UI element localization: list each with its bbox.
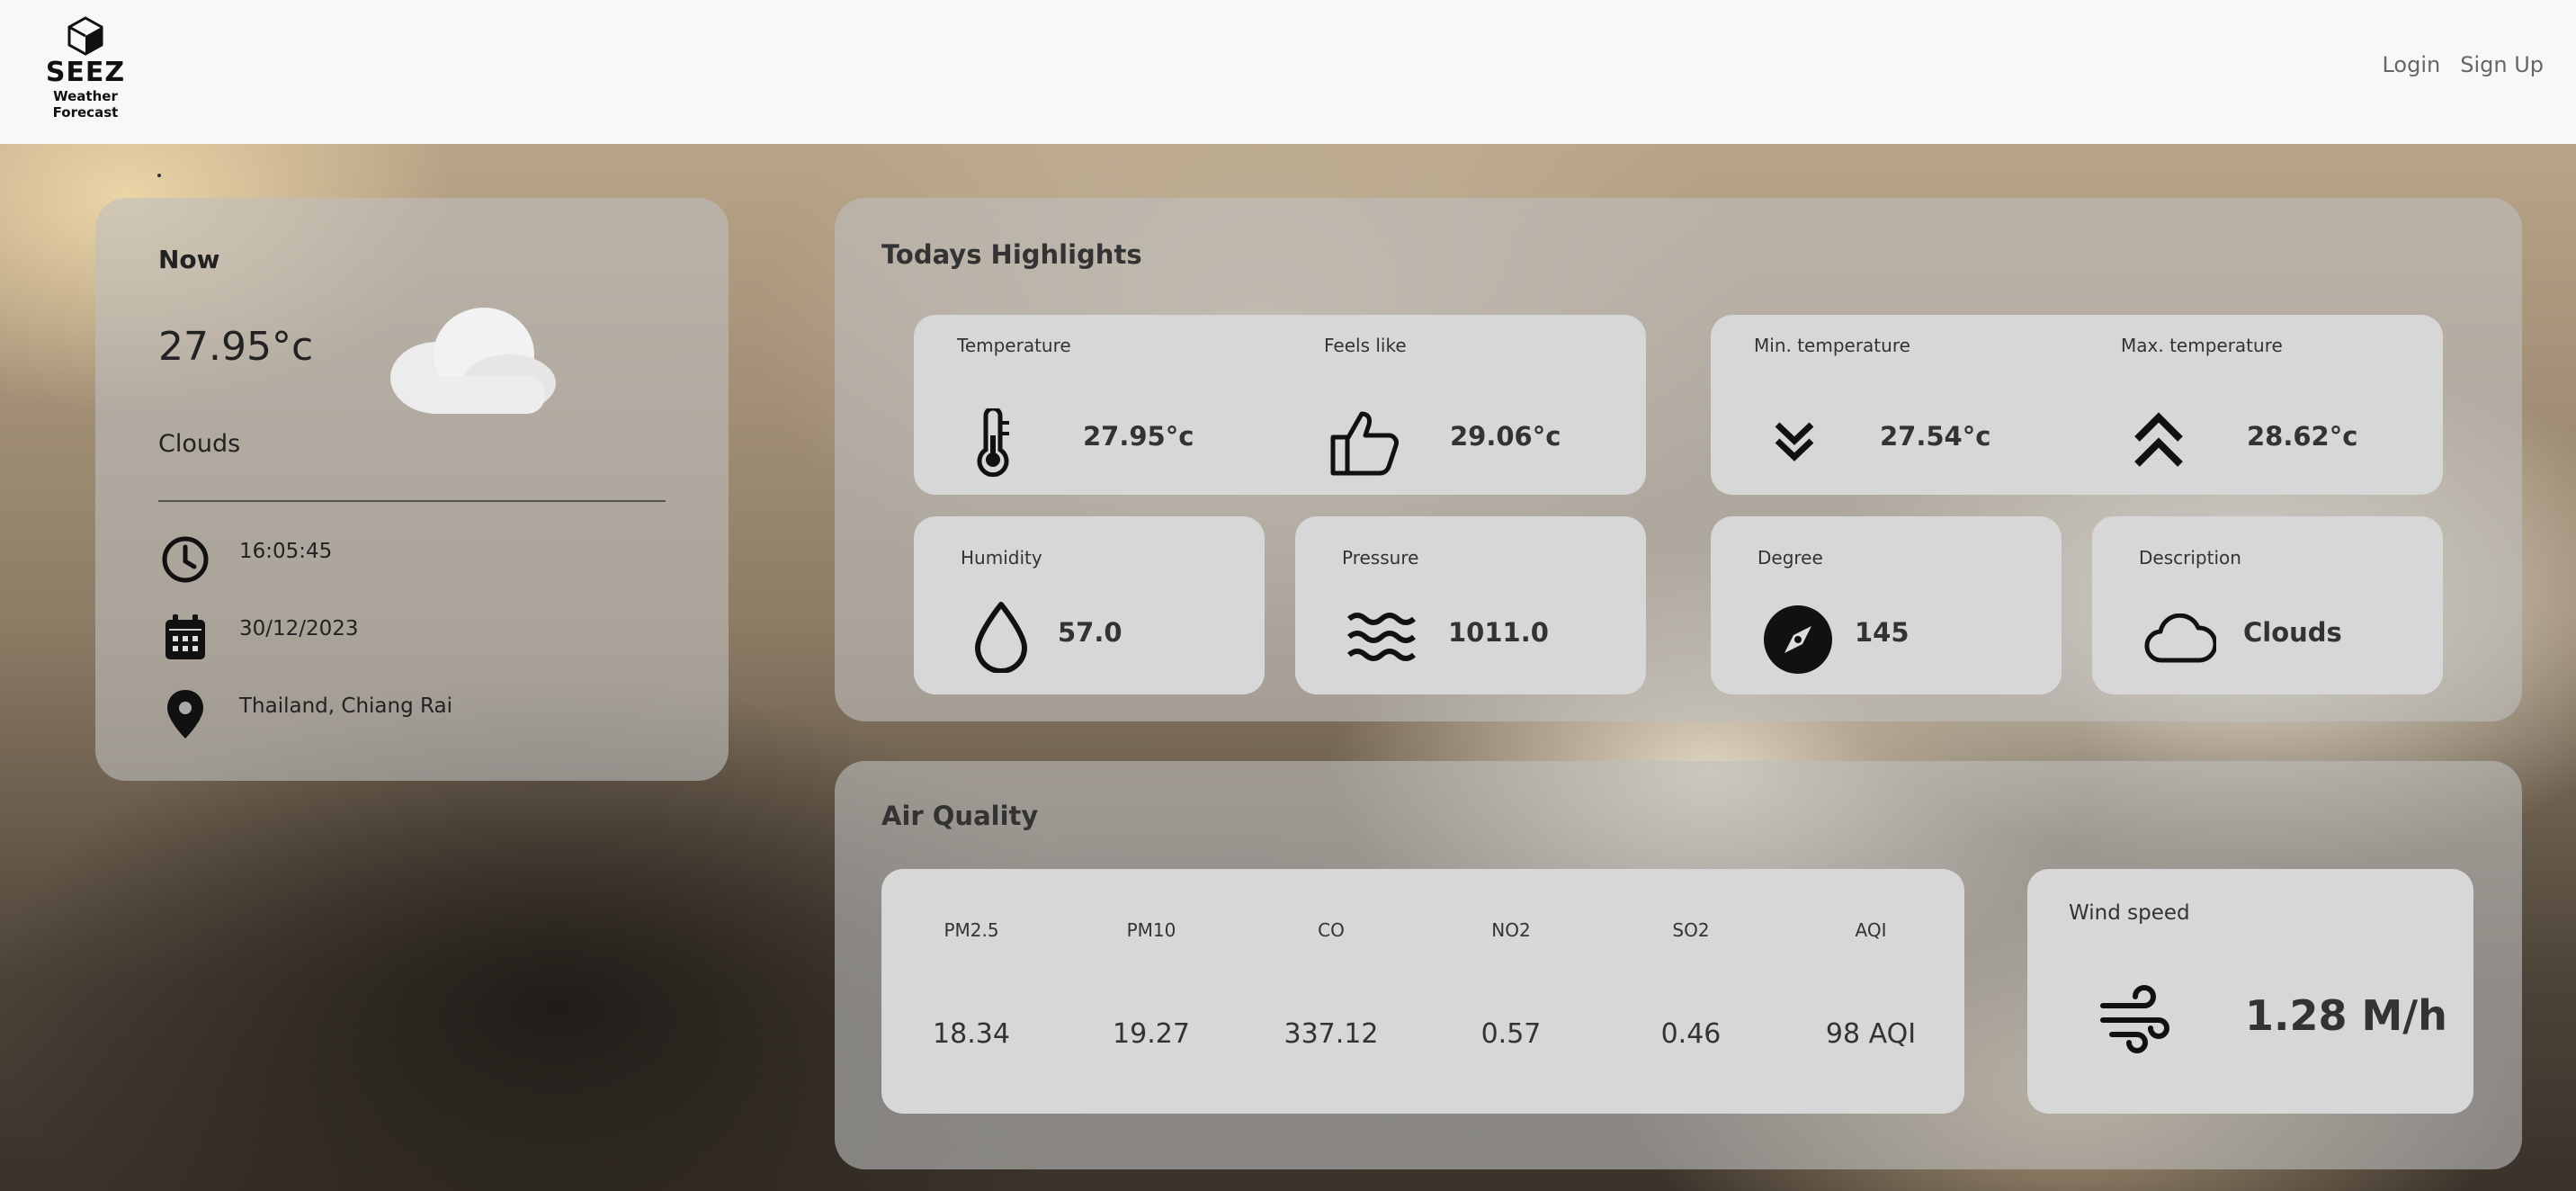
logo-subtitle: Weather Forecast — [52, 88, 119, 121]
max-temperature-value: 28.62°c — [2247, 421, 2358, 452]
logo[interactable]: SEEZ Weather Forecast — [25, 16, 146, 121]
calendar-icon — [158, 610, 212, 664]
cube-logo-icon — [67, 16, 103, 56]
wind-icon — [2100, 985, 2169, 1053]
stray-dot — [157, 174, 161, 177]
temperature-value: 27.95°c — [1083, 421, 1194, 452]
min-max-temperature-card: Min. temperature 27.54°c Max. temperatur… — [1711, 315, 2443, 495]
aq-value: 0.57 — [1480, 1018, 1542, 1050]
pressure-value: 1011.0 — [1448, 617, 1549, 648]
temperature-card: Temperature 27.95°c Feels like 29.06°c — [914, 315, 1646, 495]
current-weather-panel: Now 27.95°c Clouds 16:05:45 30/12/2023 T… — [95, 198, 729, 781]
compass-icon — [1764, 605, 1832, 674]
air-quality-card: PM2.5 18.34 PM10 19.27 CO 337.12 NO2 0.5… — [881, 869, 1964, 1114]
thermometer-icon — [977, 408, 1009, 477]
logo-name: SEEZ — [45, 57, 126, 88]
humidity-label: Humidity — [961, 547, 1042, 569]
cloud-icon — [2144, 613, 2216, 663]
aq-value: 98 AQI — [1825, 1018, 1917, 1050]
pressure-card: Pressure 1011.0 — [1295, 516, 1646, 694]
aq-label: NO2 — [1491, 919, 1531, 941]
temperature-label: Temperature — [957, 335, 1071, 356]
max-temperature-label: Max. temperature — [2121, 335, 2283, 356]
description-value: Clouds — [2243, 617, 2342, 648]
aq-label: PM10 — [1126, 919, 1176, 941]
aq-value: 337.12 — [1284, 1018, 1379, 1050]
aq-label: PM2.5 — [944, 919, 999, 941]
current-time: 16:05:45 — [239, 540, 333, 563]
humidity-value: 57.0 — [1058, 617, 1123, 648]
min-temperature-label: Min. temperature — [1754, 335, 1910, 356]
feels-like-label: Feels like — [1324, 335, 1407, 356]
wind-speed-value: 1.28 M/h — [2245, 991, 2447, 1040]
current-description: Clouds — [158, 430, 241, 458]
current-temperature: 27.95°c — [158, 324, 314, 370]
location-pin-icon — [158, 687, 212, 741]
aq-label: AQI — [1855, 919, 1887, 941]
aq-value: 19.27 — [1113, 1018, 1190, 1050]
wind-degree-card: Degree 145 — [1711, 516, 2062, 694]
feels-like-value: 29.06°c — [1450, 421, 1561, 452]
now-title: Now — [158, 245, 220, 274]
location-row: Thailand, Chiang Rai — [158, 687, 452, 741]
highlights-title: Todays Highlights — [881, 239, 1142, 270]
waves-icon — [1347, 613, 1416, 661]
current-date: 30/12/2023 — [239, 617, 359, 640]
air-quality-title: Air Quality — [881, 801, 1039, 831]
wind-speed-label: Wind speed — [2069, 901, 2190, 925]
time-row: 16:05:45 — [158, 533, 332, 587]
todays-highlights-panel: Todays Highlights Temperature 27.95°c Fe… — [835, 198, 2522, 721]
top-navbar: SEEZ Weather Forecast Login Sign Up — [0, 0, 2576, 144]
thumbs-up-icon — [1330, 411, 1399, 476]
divider — [158, 500, 666, 502]
description-card: Description Clouds — [2092, 516, 2443, 694]
clock-icon — [158, 533, 212, 587]
aq-value: 0.46 — [1660, 1018, 1722, 1050]
aq-value: 18.34 — [933, 1018, 1010, 1050]
humidity-card: Humidity 57.0 — [914, 516, 1265, 694]
current-location: Thailand, Chiang Rai — [239, 694, 452, 718]
aq-label: CO — [1318, 919, 1345, 941]
degree-value: 145 — [1855, 617, 1910, 648]
chevrons-down-icon — [1775, 422, 1814, 461]
description-label: Description — [2139, 547, 2241, 569]
date-row: 30/12/2023 — [158, 610, 359, 664]
login-link[interactable]: Login — [2382, 52, 2440, 77]
cloud-weather-icon — [390, 308, 556, 414]
pressure-label: Pressure — [1342, 547, 1419, 569]
min-temperature-value: 27.54°c — [1880, 421, 1991, 452]
auth-nav: Login Sign Up — [2382, 52, 2544, 77]
chevrons-up-icon — [2134, 412, 2183, 467]
wind-speed-card: Wind speed 1.28 M/h — [2027, 869, 2473, 1114]
air-quality-panel: Air Quality PM2.5 18.34 PM10 19.27 CO 33… — [835, 761, 2522, 1169]
degree-label: Degree — [1758, 547, 1823, 569]
droplet-icon — [975, 602, 1027, 673]
signup-link[interactable]: Sign Up — [2460, 52, 2544, 77]
aq-label: SO2 — [1672, 919, 1710, 941]
